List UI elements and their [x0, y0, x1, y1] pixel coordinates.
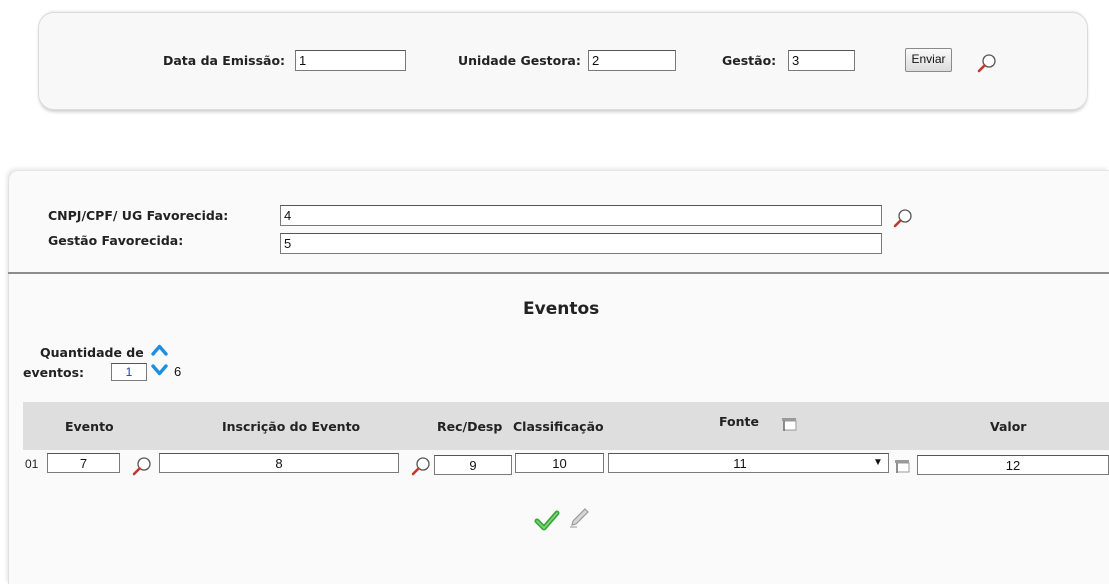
table-icon[interactable] — [894, 458, 910, 474]
checkmark-icon[interactable] — [534, 508, 560, 532]
column-header-valor: Valor — [990, 419, 1027, 434]
magnifier-icon[interactable] — [410, 455, 432, 477]
cnpj-label: CNPJ/CPF/ UG Favorecida: — [48, 208, 229, 223]
quantidade-field[interactable]: 1 — [111, 363, 147, 381]
column-header-recdesp: Rec/Desp — [437, 419, 503, 434]
unidade-gestora-label: Unidade Gestora: — [458, 53, 581, 68]
pencil-icon[interactable] — [567, 506, 591, 530]
section-divider — [8, 272, 1109, 274]
classificacao-field[interactable]: 10 — [515, 453, 604, 473]
chevron-down-icon[interactable] — [151, 363, 168, 377]
eventos-title: Eventos — [523, 299, 600, 319]
cnpj-field[interactable]: 4 — [280, 205, 882, 226]
evento-field[interactable]: 7 — [47, 453, 120, 473]
unidade-gestora-field[interactable]: 2 — [588, 50, 676, 71]
fonte-select[interactable]: 11 ▼ — [608, 453, 889, 473]
recdesp-field[interactable]: 9 — [434, 455, 512, 475]
valor-field[interactable]: 12 — [917, 455, 1109, 475]
column-header-fonte: Fonte — [719, 414, 759, 429]
chevron-up-icon[interactable] — [151, 343, 168, 357]
quantidade-annotation: 6 — [174, 364, 182, 379]
dropdown-arrow-icon: ▼ — [873, 457, 883, 468]
data-emissao-field[interactable]: 1 — [295, 50, 406, 71]
column-header-classificacao: Classificação — [513, 419, 604, 434]
gestao-field[interactable]: 3 — [788, 50, 855, 71]
gestao-label: Gestão: — [722, 53, 777, 68]
magnifier-icon[interactable] — [892, 207, 914, 229]
inscricao-field[interactable]: 8 — [159, 453, 399, 473]
fonte-select-value: 11 — [733, 456, 747, 471]
table-icon[interactable] — [781, 416, 797, 432]
gestao-favorecida-label: Gestão Favorecida: — [48, 233, 184, 248]
row-index: 01 — [25, 457, 39, 471]
column-header-evento: Evento — [65, 419, 114, 434]
quantidade-label-line2: eventos: — [23, 365, 85, 380]
magnifier-icon[interactable] — [976, 52, 998, 74]
gestao-favorecida-field[interactable]: 5 — [280, 233, 882, 254]
column-header-inscricao: Inscrição do Evento — [222, 419, 361, 434]
quantidade-label: Quantidade de — [40, 345, 144, 360]
data-emissao-label: Data da Emissão: — [163, 53, 286, 68]
enviar-button[interactable]: Enviar — [905, 48, 952, 72]
magnifier-icon[interactable] — [131, 455, 153, 477]
